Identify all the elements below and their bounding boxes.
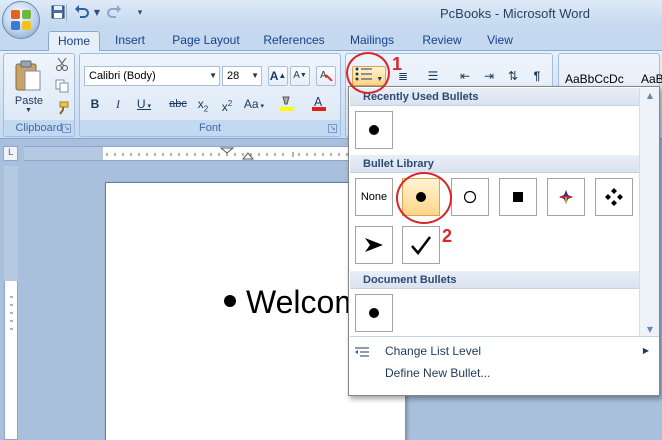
change-list-level-item[interactable]: Change List Level ▶ [350,340,659,362]
bullet-four-diamond[interactable] [547,178,585,216]
tab-page-layout[interactable]: Page Layout [164,31,248,51]
tab-insert[interactable]: Insert [106,31,154,51]
list-level-icon [354,344,370,358]
show-marks-icon[interactable]: ¶ [526,66,548,86]
tab-mailings[interactable]: Mailings [340,31,404,51]
horizontal-ruler[interactable] [103,146,353,161]
filled-circle-icon [369,308,379,318]
callout-number-2: 2 [442,226,453,246]
document-bullet-filled-circle[interactable] [355,294,393,332]
style-normal-preview[interactable]: AaBbCcDc [565,72,624,86]
svg-text:A: A [314,95,323,109]
redo-icon[interactable] [104,5,124,21]
document-bullets-header: Document Bullets [350,271,639,289]
font-family-value: Calibri (Body) [89,70,156,82]
change-list-level-label: Change List Level [385,344,482,358]
tab-view[interactable]: View [478,31,522,51]
chevron-right-icon: ▶ [642,346,649,355]
four-diamonds-icon [605,188,623,206]
ribbon-tabs: Home Insert Page Layout References Maili… [0,27,662,52]
paste-dropdown-icon: ▼ [25,107,32,114]
undo-icon[interactable] [72,5,92,21]
office-logo-icon [11,10,32,31]
change-case-icon[interactable]: Aa ▾ [240,94,268,114]
four-diamond-icon [559,190,573,204]
bullet-arrowhead[interactable] [355,226,393,264]
save-icon[interactable] [50,5,66,21]
divider [66,4,67,22]
define-new-bullet-item[interactable]: Define New Bullet... [350,362,659,384]
scroll-up-icon[interactable]: ▲ [644,91,656,101]
define-new-bullet-label: Define New Bullet... [385,366,491,380]
chevron-down-icon: ▼ [209,71,217,80]
chevron-down-icon: ▼ [251,71,259,80]
bullet-library-header: Bullet Library [350,155,639,173]
superscript-icon[interactable]: x2 [216,94,238,114]
bullet-checkmark[interactable] [402,226,440,264]
arrowhead-icon [365,238,383,252]
callout-number-1: 1 [392,54,403,74]
font-family-combo[interactable]: Calibri (Body) ▼ [84,66,220,86]
sort-icon[interactable]: ⇅ [502,66,524,86]
clipboard-launcher-icon[interactable]: ↘ [62,124,71,133]
italic-icon[interactable]: I [107,94,129,114]
multilevel-list-icon[interactable]: ☰ [420,66,446,86]
cut-icon[interactable] [52,56,72,76]
clipboard-group: Paste ▼ Clipboard ↘ [3,53,75,137]
customize-icon[interactable]: ▾ [134,5,146,21]
copy-icon[interactable] [52,78,72,98]
recent-bullet-filled-circle[interactable] [355,111,393,149]
font-launcher-icon[interactable]: ↘ [328,124,337,133]
paste-button[interactable]: Paste ▼ [8,56,48,116]
underline-icon[interactable]: U ▾ [130,94,158,114]
undo-dropdown-icon[interactable]: ▼ [92,5,102,21]
paste-label: Paste [14,95,44,107]
font-group: Calibri (Body) ▼ 28 ▼ A▲ A▼ A B I U ▾ ab… [79,53,341,137]
bullet-filled-square[interactable] [499,178,537,216]
bold-icon[interactable]: B [84,94,106,114]
bullet-none[interactable]: None [355,178,393,216]
increase-indent-icon[interactable]: ⇥ [478,66,500,86]
tab-selector-icon[interactable]: L [3,146,18,161]
callout-ring-2 [396,172,452,224]
font-label: Font [80,120,340,136]
document-text: Welcom [246,284,361,320]
title-bar: ▼ ▾ PcBooks - Microsoft Word [0,0,662,27]
font-size-value: 28 [227,70,240,82]
filled-circle-icon [369,125,379,135]
bullet-hollow-circle[interactable] [451,178,489,216]
filled-square-icon [513,192,523,202]
format-painter-icon[interactable] [52,100,72,120]
tab-home[interactable]: Home [48,31,100,52]
document-bullet-line[interactable]: Welcom [224,284,361,321]
office-button[interactable] [2,1,40,39]
style-heading-preview[interactable]: AaB [641,72,662,86]
font-size-combo[interactable]: 28 ▼ [222,66,262,86]
checkmark-icon [411,236,431,255]
bullets-dropdown: Recently Used Bullets Bullet Library Non… [348,86,660,396]
subscript-icon[interactable]: x2 [192,94,214,114]
clear-formatting-icon[interactable]: A [316,66,336,86]
tab-review[interactable]: Review [414,31,470,51]
tab-references[interactable]: References [258,31,330,51]
callout-ring-1 [346,52,390,94]
bullet-icon [224,294,236,307]
hollow-circle-icon [463,190,477,204]
grow-font-icon[interactable]: A▲ [268,66,288,86]
bullet-four-diamonds[interactable] [595,178,633,216]
divider [350,336,659,337]
strikethrough-icon[interactable]: abc [166,94,190,114]
recent-bullets-header: Recently Used Bullets [350,88,639,106]
shrink-font-icon[interactable]: A▼ [290,66,310,86]
vertical-ruler-margin [4,166,18,281]
scroll-down-icon[interactable]: ▼ [644,325,656,335]
paste-icon [15,60,41,91]
dropdown-scrollbar[interactable]: ▲ ▼ [639,88,659,336]
ruler-margin-left [24,146,103,161]
highlight-icon[interactable] [274,94,302,114]
decrease-indent-icon[interactable]: ⇤ [454,66,476,86]
window-title: PcBooks - Microsoft Word [440,6,591,21]
font-color-icon[interactable]: A [306,94,334,114]
